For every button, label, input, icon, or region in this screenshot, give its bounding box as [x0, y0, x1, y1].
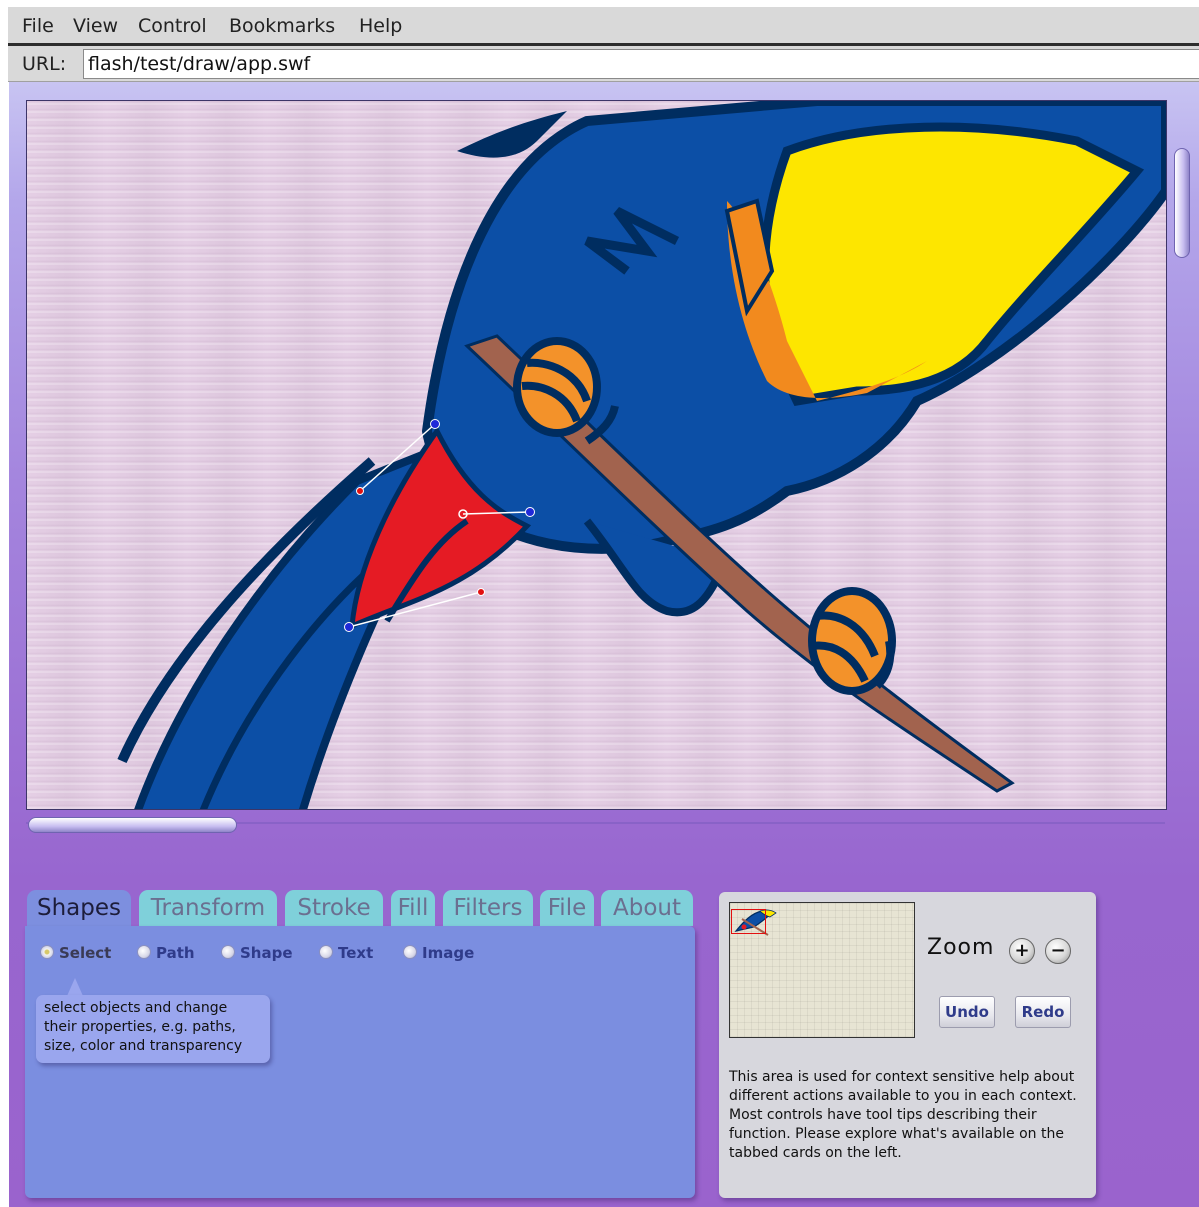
radio-dot[interactable] — [137, 945, 151, 959]
tool-image-radio[interactable]: Image — [403, 944, 474, 962]
radio-dot[interactable] — [403, 945, 417, 959]
menu-bookmarks[interactable]: Bookmarks — [229, 15, 335, 37]
tab-file[interactable]: File — [540, 890, 594, 926]
help-text-line: This area is used for context sensitive … — [729, 1069, 1075, 1085]
redo-button[interactable]: Redo — [1015, 996, 1071, 1028]
tab-shapes[interactable]: Shapes — [27, 890, 131, 928]
help-text: This area is used for context sensitive … — [729, 1068, 1094, 1163]
help-text-line: function. Please explore what's availabl… — [729, 1126, 1064, 1142]
help-text-line: different actions available to you in ea… — [729, 1088, 1077, 1104]
url-label: URL: — [22, 53, 67, 75]
vertical-scrollbar[interactable] — [1174, 148, 1190, 258]
tab-transform[interactable]: Transform — [139, 890, 277, 926]
help-text-line: Most controls have tool tips describing … — [729, 1107, 1037, 1123]
menu-help[interactable]: Help — [359, 15, 402, 37]
menu-view[interactable]: View — [73, 15, 118, 37]
help-text-line: tabbed cards on the left. — [729, 1145, 902, 1161]
menu-bar: File View Control Bookmarks Help — [8, 7, 1199, 44]
tab-about[interactable]: About — [601, 890, 693, 926]
tool-text-radio[interactable]: Text — [319, 944, 373, 962]
zoom-out-icon[interactable]: − — [1045, 938, 1071, 964]
control-point — [356, 487, 364, 495]
radio-dot[interactable] — [221, 945, 235, 959]
tooltip-line: their properties, e.g. paths, — [44, 1019, 236, 1035]
anchor-point — [525, 507, 535, 517]
horizontal-scrollbar[interactable] — [28, 817, 237, 833]
anchor-point — [344, 622, 354, 632]
tool-select-radio[interactable]: Select — [40, 944, 111, 962]
tab-stroke[interactable]: Stroke — [285, 890, 383, 926]
tab-fill[interactable]: Fill — [391, 890, 435, 926]
tab-filters[interactable]: Filters — [443, 890, 533, 926]
url-input[interactable]: flash/test/draw/app.swf — [83, 49, 1199, 79]
tooltip-line: size, color and transparency — [44, 1038, 243, 1054]
url-bar: URL: flash/test/draw/app.swf — [8, 46, 1199, 82]
tool-path-radio[interactable]: Path — [137, 944, 195, 962]
tool-shape-label: Shape — [240, 944, 293, 962]
tooltip-pointer — [67, 978, 83, 996]
anchor-point — [430, 419, 440, 429]
tool-text-label: Text — [338, 944, 374, 962]
tool-shape-radio[interactable]: Shape — [221, 944, 293, 962]
artwork[interactable] — [27, 101, 1166, 809]
zoom-label: Zoom — [927, 935, 995, 960]
tool-select-label: Select — [59, 944, 112, 962]
viewport-indicator[interactable] — [731, 909, 766, 934]
control-point — [477, 588, 485, 596]
menu-control[interactable]: Control — [138, 15, 207, 37]
tool-image-label: Image — [422, 944, 475, 962]
flash-stage: Shapes Transform Stroke Fill Filters Fil… — [9, 82, 1199, 1207]
radio-dot[interactable] — [40, 945, 54, 959]
tool-tooltip: select objects and change their properti… — [36, 995, 270, 1063]
lower-foot — [808, 587, 896, 695]
tool-path-label: Path — [156, 944, 195, 962]
menu-file[interactable]: File — [22, 15, 54, 37]
url-value[interactable]: flash/test/draw/app.swf — [88, 53, 310, 75]
zoom-in-icon[interactable]: + — [1009, 938, 1035, 964]
radio-dot[interactable] — [319, 945, 333, 959]
drawing-canvas[interactable] — [26, 100, 1167, 810]
tooltip-line: select objects and change — [44, 1000, 228, 1016]
undo-button[interactable]: Undo — [939, 996, 995, 1028]
